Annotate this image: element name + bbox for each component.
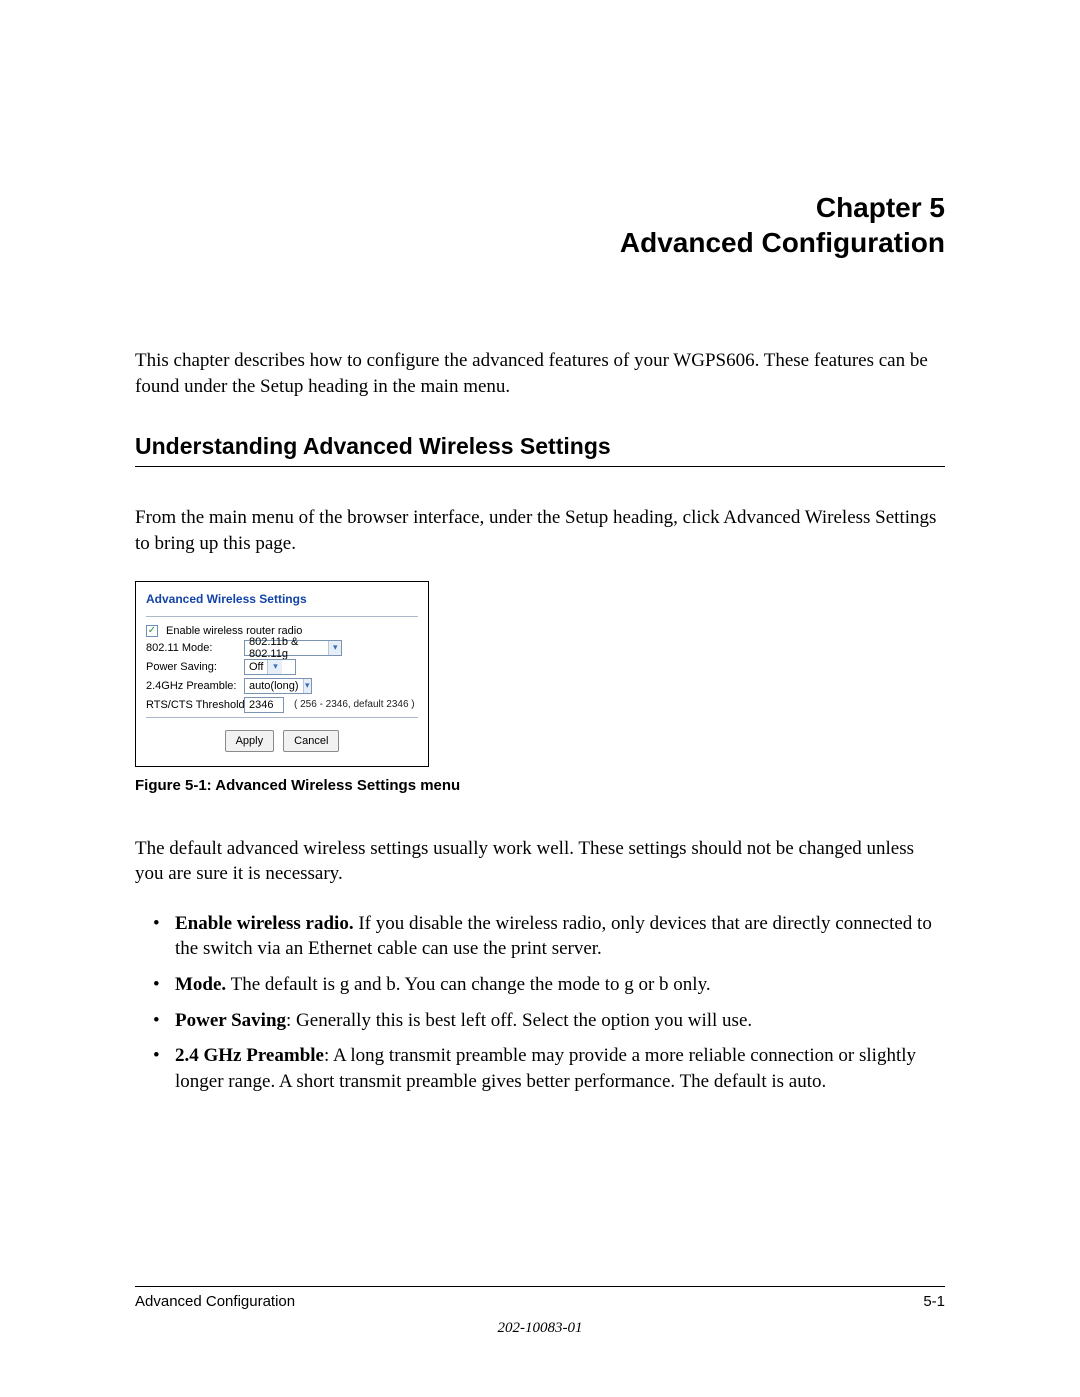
cancel-button[interactable]: Cancel <box>283 730 339 752</box>
figure-caption: Figure 5-1: Advanced Wireless Settings m… <box>135 777 945 794</box>
chevron-down-icon: ▾ <box>303 679 311 693</box>
power-saving-select[interactable]: Off ▾ <box>244 659 296 675</box>
rts-row: RTS/CTS Threshold: 2346 ( 256 - 2346, de… <box>146 697 418 713</box>
mode-label: 802.11 Mode: <box>146 642 240 654</box>
chapter-name: Advanced Configuration <box>135 225 945 260</box>
rts-label: RTS/CTS Threshold: <box>146 699 240 711</box>
footer-rule <box>135 1286 945 1287</box>
apply-button[interactable]: Apply <box>225 730 275 752</box>
list-item: Enable wireless radio. If you disable th… <box>153 911 945 962</box>
power-saving-row: Power Saving: Off ▾ <box>146 659 418 675</box>
footer-page-number: 5-1 <box>923 1293 945 1310</box>
panel-rule <box>146 616 418 617</box>
bullet-text: The default is g and b. You can change t… <box>226 974 710 995</box>
bullet-bold: Enable wireless radio. <box>175 913 354 934</box>
footer-doc-id: 202-10083-01 <box>135 1320 945 1337</box>
footer-line: Advanced Configuration 5-1 <box>135 1293 945 1310</box>
page-footer: Advanced Configuration 5-1 202-10083-01 <box>135 1286 945 1337</box>
footer-left: Advanced Configuration <box>135 1293 295 1310</box>
enable-radio-checkbox[interactable]: ✓ <box>146 625 158 637</box>
rts-input[interactable]: 2346 <box>244 697 284 713</box>
panel-title: Advanced Wireless Settings <box>146 592 418 606</box>
bullet-bold: Mode. <box>175 974 226 995</box>
bullet-text: : Generally this is best left off. Selec… <box>286 1010 752 1031</box>
preamble-label: 2.4GHz Preamble: <box>146 680 240 692</box>
panel-rule-bottom <box>146 717 418 718</box>
para-before-figure: From the main menu of the browser interf… <box>135 505 945 556</box>
list-item: 2.4 GHz Preamble: A long transmit preamb… <box>153 1043 945 1094</box>
mode-select[interactable]: 802.11b & 802.11g ▾ <box>244 640 342 656</box>
rts-hint: ( 256 - 2346, default 2346 ) <box>294 699 415 710</box>
power-saving-value: Off <box>245 660 267 674</box>
button-row: Apply Cancel <box>146 730 418 752</box>
para-after-figure: The default advanced wireless settings u… <box>135 836 945 887</box>
page: Chapter 5 Advanced Configuration This ch… <box>0 0 1080 1397</box>
figure-screenshot: Advanced Wireless Settings ✓ Enable wire… <box>135 581 429 767</box>
intro-paragraph: This chapter describes how to configure … <box>135 348 945 399</box>
mode-row: 802.11 Mode: 802.11b & 802.11g ▾ <box>146 640 418 656</box>
preamble-select[interactable]: auto(long) ▾ <box>244 678 312 694</box>
chevron-down-icon: ▾ <box>328 641 341 655</box>
power-saving-label: Power Saving: <box>146 661 240 673</box>
chapter-number: Chapter 5 <box>135 190 945 225</box>
preamble-value: auto(long) <box>245 679 303 693</box>
bullet-bold: 2.4 GHz Preamble <box>175 1045 324 1066</box>
chevron-down-icon: ▾ <box>267 660 282 674</box>
bullet-list: Enable wireless radio. If you disable th… <box>153 911 945 1095</box>
list-item: Mode. The default is g and b. You can ch… <box>153 972 945 998</box>
chapter-title-block: Chapter 5 Advanced Configuration <box>135 190 945 260</box>
section-heading: Understanding Advanced Wireless Settings <box>135 433 945 460</box>
list-item: Power Saving: Generally this is best lef… <box>153 1008 945 1034</box>
mode-value: 802.11b & 802.11g <box>245 641 328 655</box>
preamble-row: 2.4GHz Preamble: auto(long) ▾ <box>146 678 418 694</box>
section-rule <box>135 466 945 467</box>
bullet-bold: Power Saving <box>175 1010 286 1031</box>
